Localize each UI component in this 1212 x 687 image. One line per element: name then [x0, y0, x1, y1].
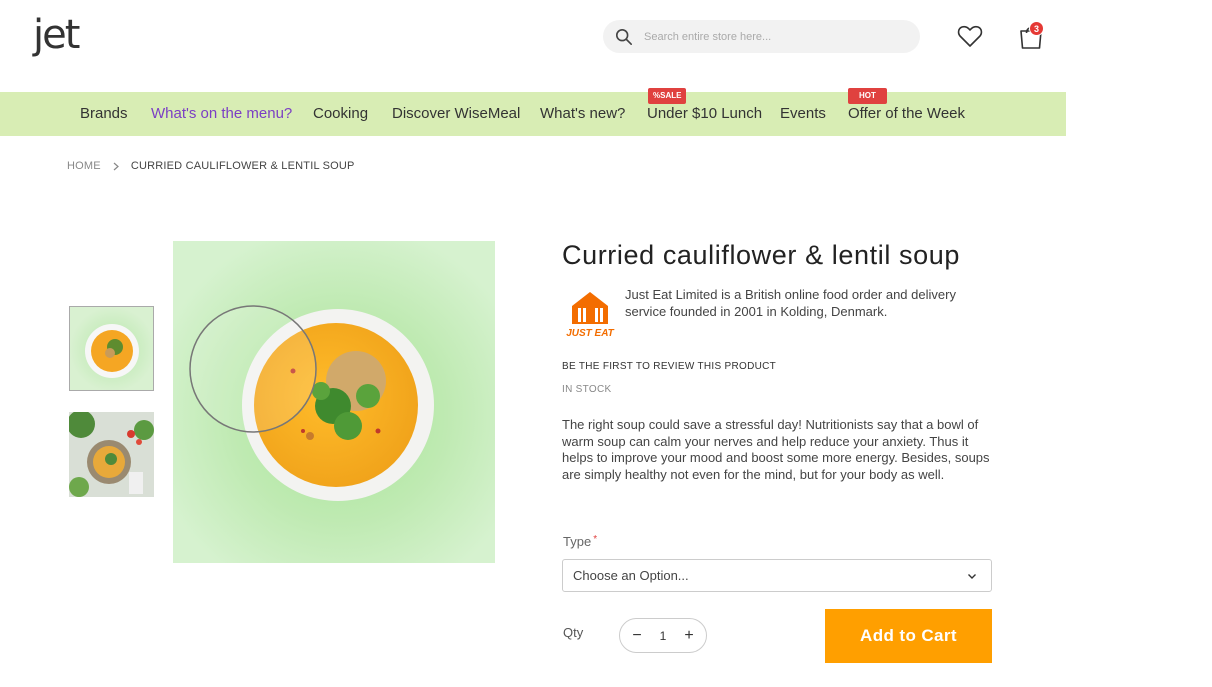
nav-item-events[interactable]: Events [780, 92, 826, 136]
logo[interactable]: jet [33, 10, 105, 60]
hot-badge: HOT [848, 88, 887, 104]
qty-label: Qty [563, 625, 584, 640]
product-description: The right soup could save a stressful da… [562, 417, 990, 483]
quantity-stepper: − 1 + [619, 618, 707, 653]
breadcrumb-home[interactable]: HOME [67, 160, 101, 172]
breadcrumb-current: CURRIED CAULIFLOWER & LENTIL SOUP [130, 160, 355, 172]
product-main-image[interactable] [173, 241, 495, 563]
chevron-right-icon [113, 162, 119, 170]
nav-item-whats-new[interactable]: What's new? [540, 92, 625, 136]
stock-status: IN STOCK [562, 384, 612, 395]
add-to-cart-button[interactable]: Add to Cart [825, 609, 992, 663]
qty-increase-button[interactable]: + [683, 627, 695, 644]
nav-item-discover-wisemeal[interactable]: Discover WiseMeal [392, 92, 520, 136]
product-thumbnail-2[interactable] [69, 412, 154, 497]
logo-text: jet [33, 12, 80, 58]
breadcrumb: HOME CURRIED CAULIFLOWER & LENTIL SOUP [67, 160, 355, 172]
type-select[interactable]: Choose an Option... [562, 559, 992, 592]
nav-item-cooking[interactable]: Cooking [313, 92, 368, 136]
search-icon[interactable] [615, 28, 633, 46]
nav-item-whats-on-the-menu[interactable]: What's on the menu? [151, 92, 292, 136]
just-eat-logo-text: JUST EAT [566, 328, 614, 339]
cart-count-badge: 3 [1029, 21, 1044, 36]
soup-bowl-image [70, 307, 153, 390]
chevron-down-icon [968, 573, 976, 579]
required-mark: * [593, 534, 598, 545]
brand-description: Just Eat Limited is a British online foo… [625, 287, 956, 319]
nav-item-brands[interactable]: Brands [80, 92, 128, 136]
qty-decrease-button[interactable]: − [631, 627, 643, 644]
main-nav: Brands What's on the menu? Cooking Disco… [0, 88, 1066, 136]
soup-bowl-main-image [173, 241, 495, 563]
type-label: Type * [563, 534, 597, 549]
search-input[interactable] [644, 30, 904, 43]
product-thumbnail-1[interactable] [69, 306, 154, 391]
sale-badge: %SALE [648, 88, 687, 104]
soup-table-image [69, 412, 154, 497]
product-title: Curried cauliflower & lentil soup [562, 240, 960, 270]
heart-icon[interactable] [957, 24, 983, 48]
type-label-text: Type [563, 534, 592, 549]
search-bar[interactable] [603, 20, 920, 53]
qty-value[interactable]: 1 [660, 629, 667, 643]
just-eat-logo[interactable]: JUST EAT [564, 290, 616, 340]
type-select-value: Choose an Option... [573, 568, 689, 583]
review-link[interactable]: BE THE FIRST TO REVIEW THIS PRODUCT [562, 361, 776, 372]
